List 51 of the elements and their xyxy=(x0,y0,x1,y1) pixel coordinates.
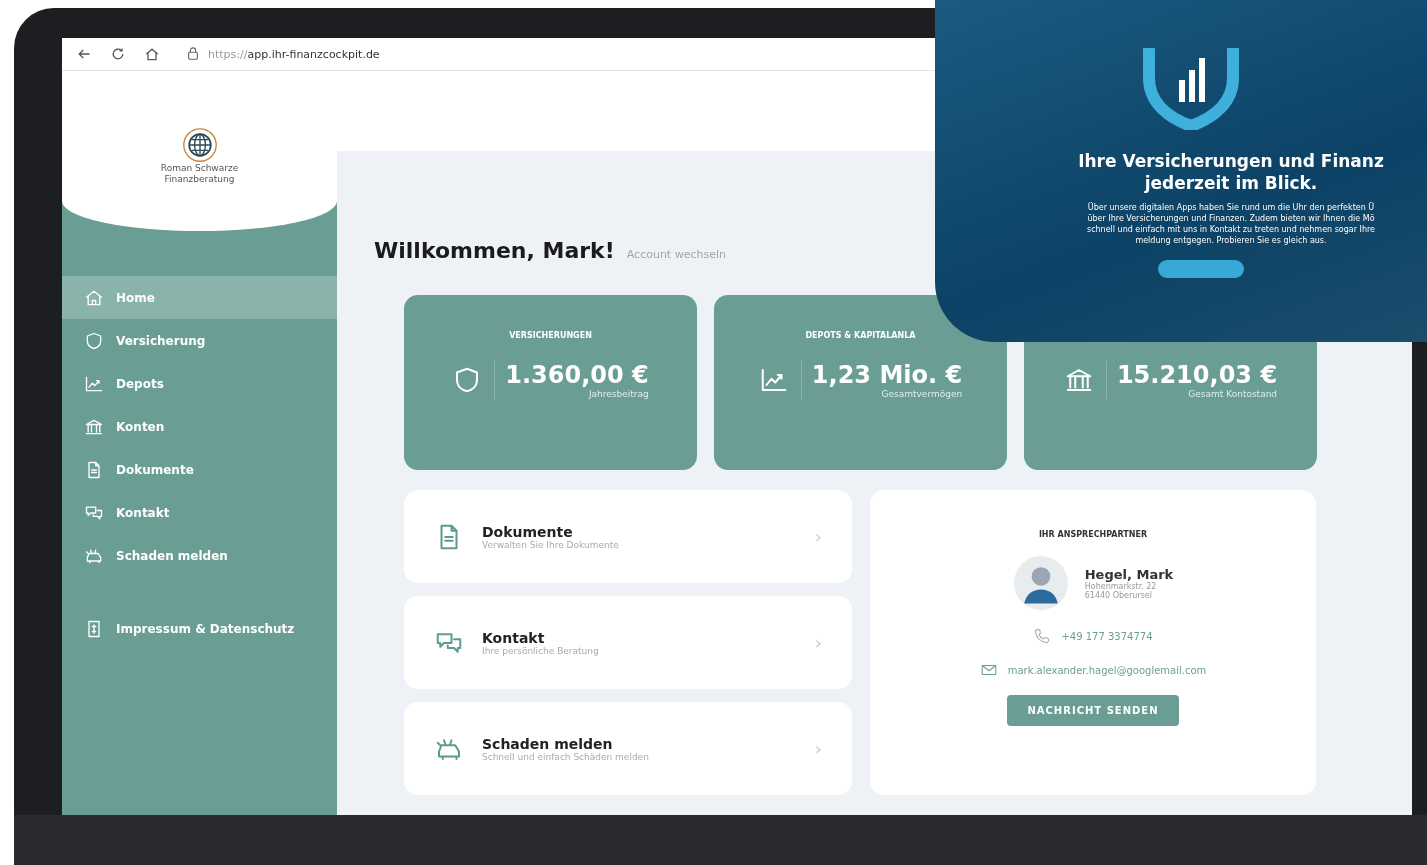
link-title: Dokumente xyxy=(482,523,574,540)
link-title: Schaden melden xyxy=(482,735,614,752)
link-card[interactable]: Kontakt Ihre persönliche Beratung › xyxy=(404,596,852,689)
nav-item[interactable]: Schaden melden xyxy=(62,534,337,577)
home-icon[interactable] xyxy=(144,46,160,62)
promo-button[interactable] xyxy=(1158,260,1244,278)
stat-title: VERSICHERUNGEN xyxy=(509,331,592,342)
stat-caption: Gesamt Kontostand xyxy=(1187,389,1278,399)
email-link[interactable]: mark.alexander.hagel@googlemail.com xyxy=(1007,664,1207,676)
nav-item[interactable]: Home xyxy=(62,276,337,319)
nav-item[interactable]: Versicherung xyxy=(62,319,337,362)
stat-value: 1,23 Mio. € xyxy=(811,361,963,389)
stat-value: 1.360,00 € xyxy=(505,361,649,389)
promo-paragraph: Über unsere digitalen Apps haben Sie rund um die Uhr den perfekten Ü über Ihre Versicherungen und Finanzen. Zudem bieten wir Ihnen die Mö schnell und einfach mit uns in Kontakt zu treten und nehmen sogar Ihre meldung entgegen. Probieren Sie es gleich aus. xyxy=(1087,202,1375,246)
section-heading: IHR ANSPRECHPARTNER xyxy=(1038,530,1148,539)
account-switch-link[interactable]: Account wechseln xyxy=(626,248,726,261)
nav-item[interactable]: Kontakt xyxy=(62,491,337,534)
stat-card[interactable]: VERSICHERUNGEN 1.360,00 € Jahresbeitrag xyxy=(404,295,697,470)
reload-icon[interactable] xyxy=(110,46,126,62)
address-line: Hohenmarkstr. 22 xyxy=(1084,581,1158,591)
phone-icon xyxy=(1033,627,1052,645)
stat-caption: Jahresbeitrag xyxy=(587,389,649,399)
send-message-button[interactable]: NACHRICHT SENDEN xyxy=(1007,695,1179,726)
avatar-silhouette-icon xyxy=(1012,555,1069,611)
link-subtitle: Verwalten Sie Ihre Dokumente xyxy=(482,539,620,550)
nav-item[interactable]: Dokumente xyxy=(62,448,337,491)
nav-item[interactable]: Depots xyxy=(62,362,337,405)
nav-item[interactable]: Impressum & Datenschutz xyxy=(62,607,337,650)
address-line: 61440 Oberursel xyxy=(1084,590,1153,600)
company-name: Roman Schwarze Finanzberatung xyxy=(160,163,239,185)
chevron-icon: › xyxy=(814,632,822,653)
link-card[interactable]: Dokumente Verwalten Sie Ihre Dokumente › xyxy=(404,490,852,583)
stat-caption: Gesamtvermögen xyxy=(880,389,963,399)
promo-headline: Ihre Versicherungen und Finanz jederzeit im Blick. xyxy=(1078,150,1384,194)
link-title: Kontakt xyxy=(482,629,546,646)
stat-card[interactable]: DEPOTS & KAPITALANLA 1,23 Mio. € Gesamtvermögen xyxy=(714,295,1007,470)
nav-item[interactable]: Konten xyxy=(62,405,337,448)
link-subtitle: Ihre persönliche Beratung xyxy=(482,645,600,656)
chevron-icon: › xyxy=(814,738,822,759)
welcome-heading: Willkommen, Mark! xyxy=(374,238,615,263)
globe-logo-icon xyxy=(181,127,218,163)
url-text[interactable]: https://app.ihr-finanzcockpit.de xyxy=(208,47,380,61)
contact-name: Hegel, Mark xyxy=(1084,566,1174,582)
phone-link[interactable]: +49 177 3374774 xyxy=(1061,630,1153,642)
stat-value: 15.210,03 € xyxy=(1116,361,1278,389)
link-card[interactable]: Schaden melden Schnell und einfach Schäden melden › xyxy=(404,702,852,795)
shield-icon xyxy=(84,330,104,351)
link-subtitle: Schnell und einfach Schäden melden xyxy=(482,751,650,762)
stat-title: DEPOTS & KAPITALANLA xyxy=(805,331,916,342)
chevron-icon: › xyxy=(814,526,822,547)
lock-icon xyxy=(186,47,200,61)
